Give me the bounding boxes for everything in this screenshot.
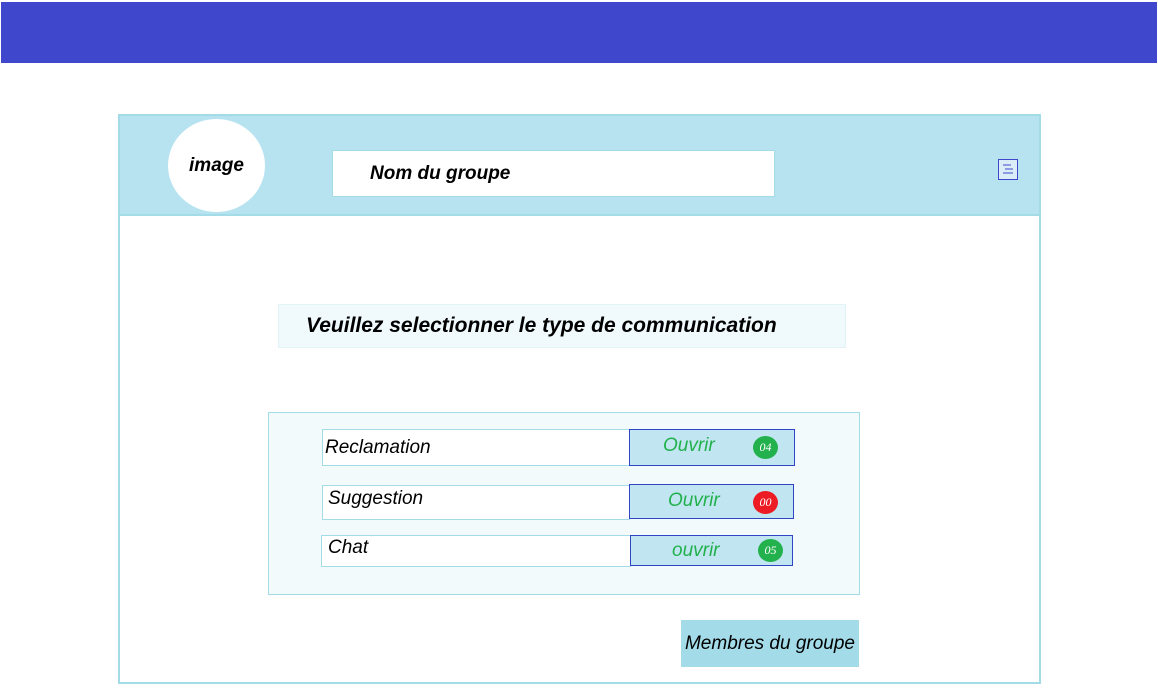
communication-types-panel: Reclamation Ouvrir 04 Suggestion Ouvrir …	[268, 412, 860, 595]
chat-count-badge: 05	[758, 539, 783, 562]
group-window: image Nom du groupe Veuillez selectionne…	[118, 114, 1041, 684]
open-button-label: Ouvrir	[663, 435, 715, 456]
group-header: image Nom du groupe	[120, 116, 1039, 216]
open-button-label: ouvrir	[672, 540, 720, 561]
communication-type-prompt: Veuillez selectionner le type de communi…	[278, 304, 846, 348]
open-suggestion-button[interactable]: Ouvrir 00	[629, 484, 794, 519]
reclamation-label: Reclamation	[322, 429, 630, 466]
reclamation-count-badge: 04	[753, 436, 778, 459]
open-reclamation-button[interactable]: Ouvrir 04	[629, 429, 795, 466]
chat-label: Chat	[321, 535, 631, 567]
group-avatar: image	[168, 119, 265, 212]
menu-icon[interactable]	[998, 159, 1018, 180]
open-button-label: Ouvrir	[668, 490, 720, 511]
suggestion-label: Suggestion	[322, 485, 630, 520]
group-members-button[interactable]: Membres du groupe	[681, 620, 859, 667]
suggestion-count-badge: 00	[753, 491, 778, 514]
open-chat-button[interactable]: ouvrir 05	[630, 535, 793, 566]
top-bar	[1, 2, 1157, 63]
group-name-field: Nom du groupe	[332, 150, 775, 197]
